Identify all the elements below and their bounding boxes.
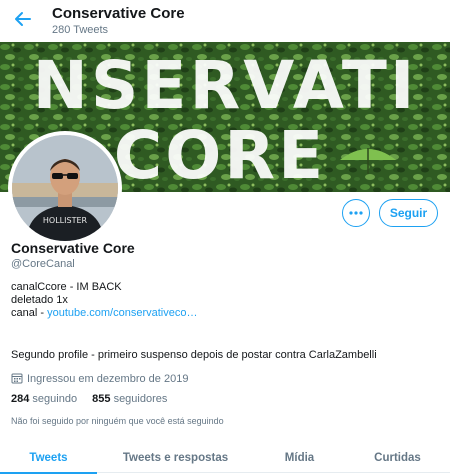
tab-tweets-and-replies[interactable]: Tweets e respostas	[97, 445, 254, 473]
joined-date: Ingressou em dezembro de 2019	[11, 372, 188, 385]
profile-avatar[interactable]: HOLLISTER	[8, 131, 122, 245]
bio-link-prefix: canal -	[11, 307, 48, 319]
bio-line-with-link: canal - youtube.com/conservativeco…	[11, 307, 198, 319]
bio-line: Segundo profile - primeiro suspenso depo…	[11, 349, 377, 361]
header-title: Conservative Core	[52, 5, 185, 22]
banner-text-line2: CORE	[114, 117, 326, 192]
avatar-shirt-text: HOLLISTER	[43, 216, 88, 225]
joined-text: Ingressou em dezembro de 2019	[27, 373, 189, 385]
tab-label: Tweets	[29, 452, 68, 464]
profile-tabs: Tweets Tweets e respostas Mídia Curtidas	[0, 445, 450, 474]
followers-count: 855	[92, 393, 111, 405]
bio-youtube-link[interactable]: youtube.com/conservativeco…	[47, 307, 197, 319]
more-options-button[interactable]	[342, 199, 370, 227]
banner-text-line1: NSERVATI	[33, 47, 418, 124]
tab-label: Curtidas	[374, 452, 421, 464]
profile-header: Conservative Core 280 Tweets	[0, 0, 450, 42]
profile-handle: @CoreCanal	[11, 258, 75, 270]
tab-label: Mídia	[284, 452, 315, 464]
tab-likes[interactable]: Curtidas	[345, 445, 450, 473]
mutual-followers-note: Não foi seguido por ninguém que você est…	[11, 416, 224, 426]
following-count: 284	[11, 393, 30, 405]
following-label: seguindo	[32, 393, 78, 405]
followers-label: seguidores	[113, 393, 168, 405]
profile-name: Conservative Core	[11, 240, 135, 256]
followers-link[interactable]: 855 seguidores	[92, 393, 167, 405]
back-arrow-icon[interactable]	[13, 9, 33, 29]
tab-media[interactable]: Mídia	[254, 445, 345, 473]
bio-line: canalCcore - IM BACK	[11, 281, 122, 293]
calendar-icon	[11, 373, 23, 384]
tab-tweets[interactable]: Tweets	[0, 445, 97, 474]
tweet-count: 280 Tweets	[52, 24, 109, 36]
more-horizontal-icon	[349, 211, 363, 215]
bio-line: deletado 1x	[11, 294, 68, 306]
tab-label: Tweets e respostas	[122, 452, 229, 464]
following-link[interactable]: 284 seguindo	[11, 393, 77, 405]
follow-stats: 284 seguindo 855 seguidores	[11, 393, 179, 405]
follow-button[interactable]: Seguir	[379, 199, 438, 227]
